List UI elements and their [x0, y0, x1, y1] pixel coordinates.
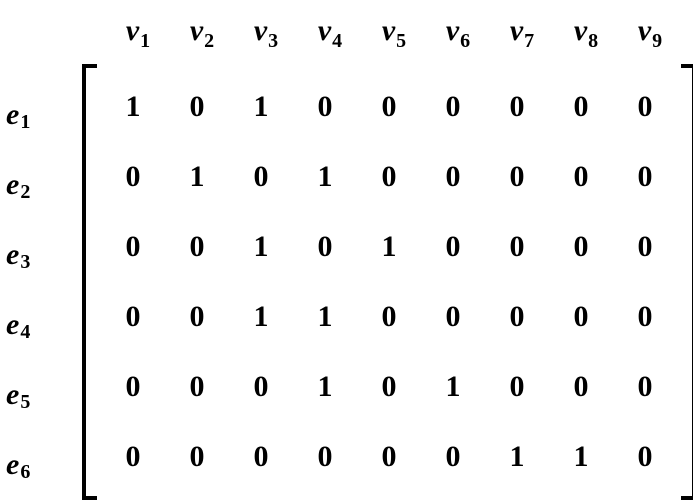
matrix-cell: 0	[421, 422, 485, 492]
matrix-cell: 1	[229, 212, 293, 282]
matrix-cell: 1	[101, 72, 165, 142]
row-header: e2	[6, 150, 66, 220]
matrix-cell: 0	[485, 72, 549, 142]
row-header: e6	[6, 430, 66, 500]
matrix-cell: 0	[421, 72, 485, 142]
matrix-cell: 0	[421, 212, 485, 282]
col-header: v8	[554, 14, 618, 48]
matrix-cell: 0	[101, 352, 165, 422]
matrix-cell: 0	[357, 142, 421, 212]
matrix-cell: 1	[485, 422, 549, 492]
matrix-cell: 1	[229, 282, 293, 352]
matrix-cell: 1	[165, 142, 229, 212]
col-header: v6	[426, 14, 490, 48]
matrix-cell: 0	[485, 142, 549, 212]
matrix-cell: 0	[229, 142, 293, 212]
col-header: v3	[234, 14, 298, 48]
row-header: e3	[6, 220, 66, 290]
row-header: e5	[6, 360, 66, 430]
matrix-cell: 0	[101, 422, 165, 492]
column-headers: v1 v2 v3 v4 v5 v6 v7 v8 v9	[106, 14, 682, 48]
matrix-cell: 0	[613, 212, 677, 282]
left-bracket	[82, 64, 97, 500]
matrix-cell: 0	[357, 282, 421, 352]
matrix-cell: 1	[421, 352, 485, 422]
col-header: v7	[490, 14, 554, 48]
matrix-cell: 0	[613, 282, 677, 352]
matrix-cell: 0	[165, 352, 229, 422]
matrix-cell: 1	[293, 282, 357, 352]
matrix-cell: 0	[357, 352, 421, 422]
matrix-cell: 0	[549, 212, 613, 282]
matrix-cell: 1	[229, 72, 293, 142]
matrix-cell: 0	[549, 352, 613, 422]
matrix-cell: 0	[485, 282, 549, 352]
matrix-cell: 0	[165, 212, 229, 282]
row-header: e1	[6, 80, 66, 150]
right-bracket	[681, 64, 693, 500]
matrix-cell: 0	[229, 352, 293, 422]
matrix-cell: 1	[293, 352, 357, 422]
matrix-cell: 0	[485, 352, 549, 422]
col-header: v4	[298, 14, 362, 48]
matrix-cell: 0	[101, 142, 165, 212]
matrix-cell: 0	[613, 422, 677, 492]
matrix-cell: 0	[165, 282, 229, 352]
row-headers: e1 e2 e3 e4 e5 e6	[6, 80, 66, 500]
matrix-cell: 0	[101, 282, 165, 352]
matrix-cell: 0	[229, 422, 293, 492]
matrix-cell: 0	[421, 142, 485, 212]
matrix-cell: 1	[549, 422, 613, 492]
matrix-cell: 0	[293, 72, 357, 142]
matrix-grid: 1 0 1 0 0 0 0 0 0 0 1 0 1 0 0 0 0 0 0 0 …	[97, 64, 681, 500]
matrix-cell: 0	[613, 72, 677, 142]
col-header: v2	[170, 14, 234, 48]
matrix-cell: 0	[165, 72, 229, 142]
matrix-cell: 0	[357, 72, 421, 142]
col-header: v9	[618, 14, 682, 48]
row-header: e4	[6, 290, 66, 360]
matrix-figure: v1 v2 v3 v4 v5 v6 v7 v8 v9 e1 e2 e3 e4 e…	[0, 0, 693, 502]
matrix-cell: 1	[357, 212, 421, 282]
matrix-cell: 0	[613, 352, 677, 422]
matrix-cell: 0	[421, 282, 485, 352]
col-header: v1	[106, 14, 170, 48]
matrix-cell: 0	[613, 142, 677, 212]
matrix-cell: 0	[485, 212, 549, 282]
matrix-cell: 0	[293, 422, 357, 492]
col-header: v5	[362, 14, 426, 48]
matrix-cell: 1	[293, 142, 357, 212]
matrix-cell: 0	[549, 142, 613, 212]
matrix: 1 0 1 0 0 0 0 0 0 0 1 0 1 0 0 0 0 0 0 0 …	[82, 64, 693, 500]
matrix-cell: 0	[549, 72, 613, 142]
matrix-cell: 0	[165, 422, 229, 492]
matrix-cell: 0	[357, 422, 421, 492]
matrix-cell: 0	[549, 282, 613, 352]
matrix-cell: 0	[293, 212, 357, 282]
matrix-cell: 0	[101, 212, 165, 282]
